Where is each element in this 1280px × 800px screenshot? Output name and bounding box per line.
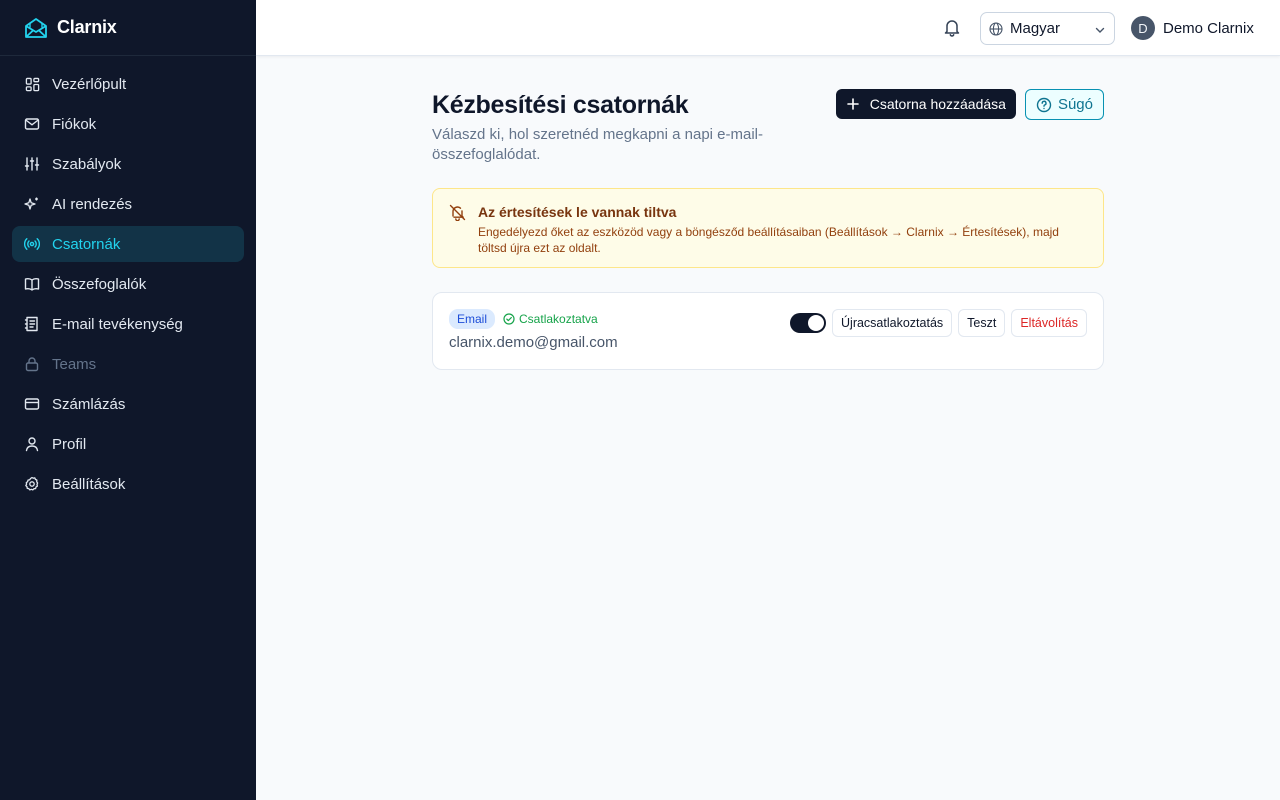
radio-icon bbox=[24, 236, 40, 252]
sidebar-item-label: AI rendezés bbox=[52, 195, 133, 213]
status-label: Csatlakoztatva bbox=[519, 312, 598, 326]
help-button[interactable]: Súgó bbox=[1024, 89, 1104, 120]
channel-enabled-toggle[interactable] bbox=[790, 313, 827, 333]
notifications-disabled-alert: Az értesítések le vannak tiltva Engedély… bbox=[432, 188, 1104, 268]
help-label: Súgó bbox=[1057, 96, 1093, 113]
page-actions: Csatorna hozzáadása Súgó bbox=[835, 89, 1104, 120]
bell-icon[interactable] bbox=[942, 17, 962, 37]
sidebar-item-dashboard[interactable]: Vezérlőpult bbox=[12, 66, 244, 102]
sidebar: Clarnix Vezérlőpult Fiókok Szabályok AI … bbox=[0, 0, 256, 800]
sidebar-item-summaries[interactable]: Összefoglalók bbox=[12, 266, 244, 302]
user-menu[interactable]: D Demo Clarnix bbox=[1131, 16, 1254, 40]
add-channel-button[interactable]: Csatorna hozzáadása bbox=[835, 89, 1016, 119]
channel-card: Email Csatlakoztatva clarnix.demo@gmail.… bbox=[432, 292, 1104, 370]
sidebar-item-settings[interactable]: Beállítások bbox=[12, 466, 244, 502]
book-icon bbox=[24, 276, 40, 292]
chevron-down-icon bbox=[1094, 23, 1106, 35]
bell-off-icon bbox=[449, 204, 466, 222]
check-circle-icon bbox=[503, 313, 515, 325]
top-bar: Magyar D Demo Clarnix bbox=[256, 0, 1280, 56]
globe-icon bbox=[989, 21, 1003, 36]
toggle-knob bbox=[808, 315, 825, 331]
sidebar-item-channels[interactable]: Csatornák bbox=[12, 226, 244, 262]
add-channel-label: Csatorna hozzáadása bbox=[869, 96, 1006, 112]
status-badge: Csatlakoztatva bbox=[503, 312, 598, 326]
user-name: Demo Clarnix bbox=[1163, 19, 1254, 37]
help-circle-icon bbox=[1036, 97, 1052, 113]
sidebar-item-label: Csatornák bbox=[52, 235, 121, 253]
sidebar-nav: Vezérlőpult Fiókok Szabályok AI rendezés… bbox=[0, 56, 256, 516]
sidebar-item-profile[interactable]: Profil bbox=[12, 426, 244, 462]
mail-icon bbox=[24, 116, 40, 132]
sidebar-item-label: E-mail tevékenység bbox=[52, 315, 183, 333]
sidebar-item-billing[interactable]: Számlázás bbox=[12, 386, 244, 422]
language-label: Magyar bbox=[1010, 20, 1061, 37]
plus-icon bbox=[846, 97, 860, 111]
sidebar-item-rules[interactable]: Szabályok bbox=[12, 146, 244, 182]
sidebar-item-ai-sorting[interactable]: AI rendezés bbox=[12, 186, 244, 222]
sidebar-item-label: Profil bbox=[52, 435, 87, 453]
sidebar-item-label: Fiókok bbox=[52, 115, 97, 133]
activity-log-icon bbox=[24, 316, 40, 332]
reconnect-button[interactable]: Újracsatlakoztatás bbox=[832, 309, 953, 337]
sidebar-item-label: Beállítások bbox=[52, 475, 126, 493]
avatar: D bbox=[1131, 16, 1155, 40]
gear-icon bbox=[24, 476, 40, 492]
sidebar-item-label: Összefoglalók bbox=[52, 275, 147, 293]
alert-title: Az értesítések le vannak tiltva bbox=[478, 204, 677, 220]
user-icon bbox=[24, 436, 40, 452]
sidebar-item-label: Teams bbox=[52, 355, 97, 373]
envelope-logo-icon bbox=[24, 16, 48, 40]
brand-name: Clarnix bbox=[57, 17, 117, 37]
credit-card-icon bbox=[24, 396, 40, 412]
channel-type-badge: Email bbox=[449, 309, 496, 329]
main-content: Kézbesítési csatornák Válaszd ki, hol sz… bbox=[432, 88, 1104, 370]
sidebar-item-label: Számlázás bbox=[52, 395, 126, 413]
language-select[interactable]: Magyar bbox=[980, 12, 1115, 45]
remove-button[interactable]: Eltávolítás bbox=[1011, 309, 1087, 337]
channel-actions: Újracsatlakoztatás Teszt Eltávolítás bbox=[790, 309, 1087, 337]
page-subtitle: Válaszd ki, hol szeretnéd megkapni a nap… bbox=[432, 126, 764, 163]
sparkles-icon bbox=[24, 196, 40, 212]
test-button[interactable]: Teszt bbox=[958, 309, 1006, 337]
lock-icon bbox=[24, 356, 40, 372]
sidebar-item-email-activity[interactable]: E-mail tevékenység bbox=[12, 306, 244, 342]
brand[interactable]: Clarnix bbox=[0, 0, 256, 56]
alert-body: Engedélyezd őket az eszközöd vagy a böng… bbox=[478, 225, 1059, 255]
sidebar-item-label: Szabályok bbox=[52, 155, 122, 173]
sidebar-item-teams: Teams bbox=[12, 346, 244, 382]
dashboard-icon bbox=[24, 76, 40, 92]
sidebar-item-accounts[interactable]: Fiókok bbox=[12, 106, 244, 142]
sidebar-item-label: Vezérlőpult bbox=[52, 75, 127, 93]
sliders-icon bbox=[24, 156, 40, 172]
